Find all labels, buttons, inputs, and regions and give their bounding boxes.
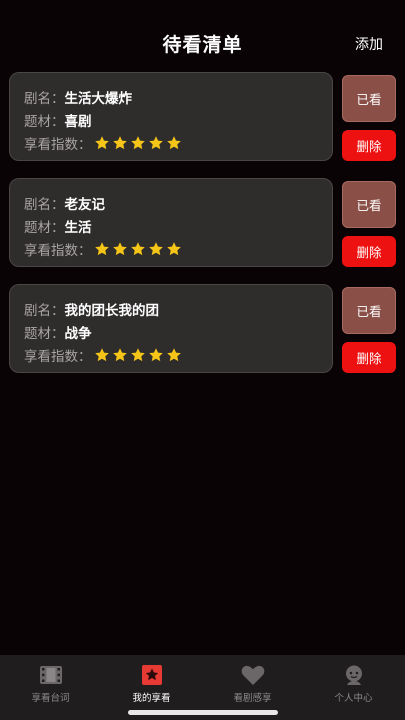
genre-label: 题材： [24,325,65,342]
star-rating [94,347,182,363]
list-item: 剧名： 生活大爆炸 题材： 喜剧 享看指数： 已看 删除 [0,72,405,178]
rating-label: 享看指数： [24,242,92,259]
genre-label: 题材： [24,113,65,130]
star-icon [112,347,128,363]
delete-button[interactable]: 删除 [342,236,396,267]
mark-watched-button[interactable]: 已看 [342,75,396,122]
star-icon [130,241,146,257]
name-label: 剧名： [24,302,65,319]
heart-icon [241,664,265,686]
star-icon [112,241,128,257]
watchlist: 剧名： 生活大爆炸 题材： 喜剧 享看指数： 已看 删除 剧名： 老友记 题材：… [0,72,405,390]
show-card[interactable]: 剧名： 我的团长我的团 题材： 战争 享看指数： [9,284,333,373]
add-button[interactable]: 添加 [355,34,383,54]
show-card[interactable]: 剧名： 老友记 题材： 生活 享看指数： [9,178,333,267]
show-name: 生活大爆炸 [64,90,133,107]
star-icon [130,135,146,151]
name-label: 剧名： [24,90,65,107]
mark-watched-button[interactable]: 已看 [342,181,396,228]
show-genre: 喜剧 [64,113,92,130]
title-row: 剧名： 我的团长我的团 [24,297,332,320]
tab-label: 我的享看 [132,693,171,704]
tab-label: 享看台词 [31,693,70,704]
film-icon [39,664,63,686]
title-row: 剧名： 老友记 [24,191,332,214]
star-icon [166,135,182,151]
bookmark-star-icon [140,664,164,686]
rating-row: 享看指数： [24,131,332,154]
tab-my-watchlist[interactable]: 我的享看 [101,655,202,705]
delete-button[interactable]: 删除 [342,130,396,161]
rating-label: 享看指数： [24,348,92,365]
genre-row: 题材： 生活 [24,214,332,237]
genre-row: 题材： 战争 [24,320,332,343]
genre-label: 题材： [24,219,65,236]
genre-row: 题材： 喜剧 [24,108,332,131]
star-icon [94,135,110,151]
rating-row: 享看指数： [24,237,332,260]
star-icon [148,347,164,363]
tab-label: 看剧感享 [233,693,272,704]
mark-watched-button[interactable]: 已看 [342,287,396,334]
tab-reviews[interactable]: 看剧感享 [202,655,303,705]
star-icon [94,347,110,363]
show-name: 我的团长我的团 [64,302,160,319]
title-row: 剧名： 生活大爆炸 [24,85,332,108]
show-name: 老友记 [64,196,106,213]
tab-profile[interactable]: 个人中心 [303,655,404,705]
star-icon [166,347,182,363]
show-genre: 战争 [64,325,92,342]
star-icon [112,135,128,151]
list-item: 剧名： 老友记 题材： 生活 享看指数： 已看 删除 [0,178,405,284]
page-title: 待看清单 [162,34,243,56]
user-face-icon [342,664,366,686]
rating-label: 享看指数： [24,136,92,153]
star-icon [148,135,164,151]
tab-quotes[interactable]: 享看台词 [0,655,101,705]
tab-label: 个人中心 [334,693,373,704]
star-icon [94,241,110,257]
star-icon [130,347,146,363]
star-icon [166,241,182,257]
star-rating [94,135,182,151]
home-indicator[interactable] [128,710,278,715]
show-genre: 生活 [64,219,92,236]
delete-button[interactable]: 删除 [342,342,396,373]
name-label: 剧名： [24,196,65,213]
show-card[interactable]: 剧名： 生活大爆炸 题材： 喜剧 享看指数： [9,72,333,161]
star-rating [94,241,182,257]
list-item: 剧名： 我的团长我的团 题材： 战争 享看指数： 已看 删除 [0,284,405,390]
rating-row: 享看指数： [24,343,332,366]
top-bar: 待看清单 添加 [0,0,405,70]
star-icon [148,241,164,257]
